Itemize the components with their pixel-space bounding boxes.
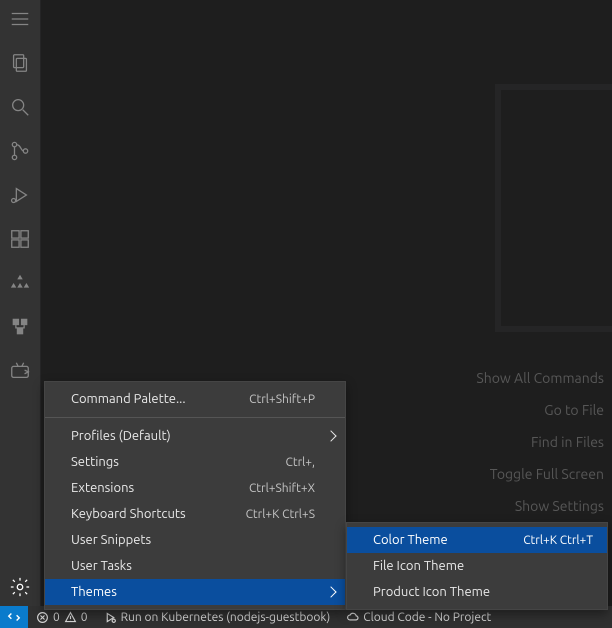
warning-count: 0 [81, 611, 88, 624]
menu-item-label: Keyboard Shortcuts [71, 507, 186, 521]
search-icon[interactable] [7, 94, 33, 120]
cloud-code-icon[interactable] [7, 270, 33, 296]
gear-icon[interactable] [7, 574, 33, 600]
menu-separator [45, 417, 345, 418]
menu-item[interactable]: Keyboard Shortcuts Ctrl+K Ctrl+S [45, 501, 345, 527]
cloud-icon [346, 611, 359, 624]
menu-item[interactable]: User Tasks [45, 553, 345, 579]
submenu-item-shortcut: Ctrl+K Ctrl+T [523, 534, 593, 547]
extensions-icon[interactable] [7, 226, 33, 252]
source-control-icon[interactable] [7, 138, 33, 164]
menu-item[interactable]: Profiles (Default) [45, 423, 345, 449]
menu-item-shortcut: Ctrl+K Ctrl+S [246, 508, 315, 521]
kubernetes-icon[interactable] [7, 314, 33, 340]
menu-item-label: Settings [71, 455, 119, 469]
menu-item[interactable]: Themes [45, 579, 345, 605]
chevron-right-icon [325, 430, 336, 441]
cloud-label: Cloud Code - No Project [363, 611, 491, 624]
explorer-icon[interactable] [7, 50, 33, 76]
submenu-item[interactable]: Color Theme Ctrl+K Ctrl+T [347, 527, 607, 553]
menu-item-label: User Snippets [71, 533, 151, 547]
debug-alt-icon [104, 611, 117, 624]
tip: Show All Commands [476, 370, 604, 386]
menu-item-label: Themes [71, 585, 117, 599]
tip: Show Settings [476, 498, 604, 514]
menu-item-label: Command Palette... [71, 392, 186, 406]
menu-item[interactable]: Extensions Ctrl+Shift+X [45, 475, 345, 501]
workbench: Show All Commands Go to File Find in Fil… [0, 0, 612, 606]
tip: Toggle Full Screen [476, 466, 604, 482]
menu-item-label: Extensions [71, 481, 134, 495]
activity-bar [0, 0, 40, 606]
submenu-item-label: Color Theme [373, 533, 448, 547]
menu-item-shortcut: Ctrl+Shift+P [249, 393, 315, 406]
gear-context-menu: Command Palette... Ctrl+Shift+P Profiles (… [44, 381, 346, 610]
run-label: Run on Kubernetes (nodejs-guestbook) [121, 611, 331, 624]
menu-item[interactable]: User Snippets [45, 527, 345, 553]
remote-indicator[interactable] [0, 606, 28, 628]
menu-item[interactable]: Settings Ctrl+, [45, 449, 345, 475]
menu-item-shortcut: Ctrl+, [286, 456, 315, 469]
welcome-tips: Show All Commands Go to File Find in Fil… [476, 370, 604, 514]
tip: Find in Files [476, 434, 604, 450]
watermark-logo [495, 84, 612, 332]
menu-item-label: Profiles (Default) [71, 429, 171, 443]
copilot-icon[interactable] [7, 358, 33, 384]
tip: Go to File [476, 402, 604, 418]
run-debug-icon[interactable] [7, 182, 33, 208]
menu-icon[interactable] [7, 6, 33, 32]
warning-icon [64, 611, 77, 624]
menu-item-shortcut: Ctrl+Shift+X [249, 482, 315, 495]
error-count: 0 [53, 611, 60, 624]
submenu-item-label: Product Icon Theme [373, 585, 490, 599]
themes-submenu: Color Theme Ctrl+K Ctrl+T File Icon Theme P… [346, 522, 608, 610]
submenu-item[interactable]: File Icon Theme [347, 553, 607, 579]
error-icon [36, 611, 49, 624]
chevron-right-icon [325, 586, 336, 597]
submenu-item[interactable]: Product Icon Theme [347, 579, 607, 605]
menu-item[interactable]: Command Palette... Ctrl+Shift+P [45, 386, 345, 412]
menu-item-label: User Tasks [71, 559, 132, 573]
submenu-item-label: File Icon Theme [373, 559, 464, 573]
